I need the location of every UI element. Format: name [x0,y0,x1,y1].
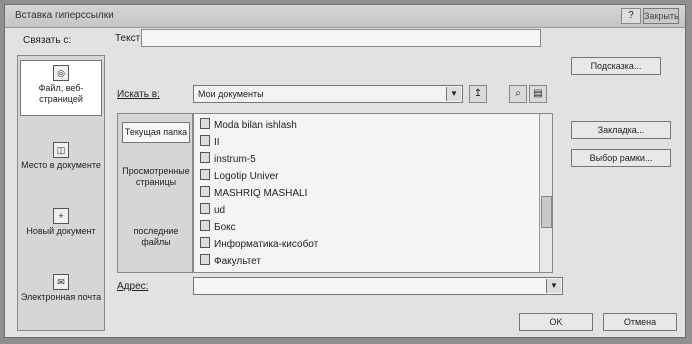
address-input[interactable]: ▼ [193,277,563,295]
email-icon: ✉ [53,274,69,290]
address-label: Адрес: [117,281,149,292]
tooltip-button[interactable]: Подсказка... [571,57,661,75]
text-input[interactable] [141,29,541,47]
globe-file-icon: ◎ [53,65,69,81]
folder-icon [200,237,210,248]
link-to-place-label: Место в документе [21,160,101,170]
list-item[interactable]: Факультет [200,254,261,267]
dialog-title: Вставка гиперссылки [15,10,114,21]
browse-file-icon[interactable]: ▤ [529,85,547,103]
browsed-pages-label: Просмотренные страницы [122,166,190,187]
chevron-down-icon[interactable]: ▼ [446,87,461,101]
up-folder-icon[interactable]: ↥ [469,85,487,103]
folder-icon [200,220,210,231]
chevron-down-icon[interactable]: ▼ [546,279,561,293]
scrollbar-thumb[interactable] [541,196,552,228]
file-icon [200,203,210,214]
folder-icon [200,118,210,129]
link-to-email[interactable]: ✉ Электронная почта [20,274,102,303]
target-frame-button[interactable]: Выбор рамки... [571,149,671,167]
link-to-new-document-label: Новый документ [26,226,96,236]
help-button[interactable]: ? [621,8,641,24]
recent-files-label: последние файлы [133,226,179,247]
folder-icon [200,254,210,265]
file-list-scrollbar[interactable] [539,114,552,272]
folder-icon [200,186,210,197]
view-panel: Текущая папка Просмотренные страницы пос… [117,113,193,273]
bookmark-button[interactable]: Закладка... [571,121,671,139]
link-to-file-web[interactable]: ◎ Файл, веб-страницей [20,60,102,116]
current-folder-label: Текущая папка [124,127,188,137]
browsed-pages-tab[interactable]: Просмотренные страницы [122,166,190,188]
list-item[interactable]: Moda bilan ishlash [200,118,297,131]
link-to-place-in-document[interactable]: ◫ Место в документе [20,142,102,171]
list-item[interactable]: MASHRIQ MASHALI [200,186,307,199]
list-item[interactable]: Бокс [200,220,236,233]
file-list[interactable]: Moda bilan ishlash II instrum-5 Logotip … [193,113,553,273]
look-in-value: Мои документы [198,89,264,99]
folder-icon [200,152,210,163]
link-to-email-label: Электронная почта [20,292,102,302]
titlebar: Вставка гиперссылки ? Закрыть [5,5,685,28]
close-button[interactable]: Закрыть [643,8,679,24]
insert-hyperlink-dialog: Вставка гиперссылки ? Закрыть Связать с:… [4,4,686,338]
link-to-file-web-label: Файл, веб-страницей [38,83,84,104]
recent-files-tab[interactable]: последние файлы [122,226,190,248]
text-label: Текст: [115,33,143,44]
new-document-icon: + [53,208,69,224]
list-item[interactable]: instrum-5 [200,152,256,165]
cancel-button[interactable]: Отмена [603,313,677,331]
ok-button[interactable]: OK [519,313,593,331]
list-item[interactable]: Logotip Univer [200,169,278,182]
list-item[interactable]: ud [200,203,225,216]
folder-icon [200,135,210,146]
document-place-icon: ◫ [53,142,69,158]
link-to-bar: ◎ Файл, веб-страницей ◫ Место в документ… [17,55,105,331]
link-to-label: Связать с: [23,35,72,46]
look-in-label: Искать в: [117,89,160,100]
current-folder-tab[interactable]: Текущая папка [122,122,190,143]
link-to-new-document[interactable]: + Новый документ [20,208,102,237]
browse-web-icon[interactable]: ⌕ [509,85,527,103]
list-item[interactable]: Информатика-кисобот [200,237,318,250]
look-in-dropdown[interactable]: Мои документы ▼ [193,85,463,103]
list-item[interactable]: II [200,135,220,148]
folder-icon [200,169,210,180]
